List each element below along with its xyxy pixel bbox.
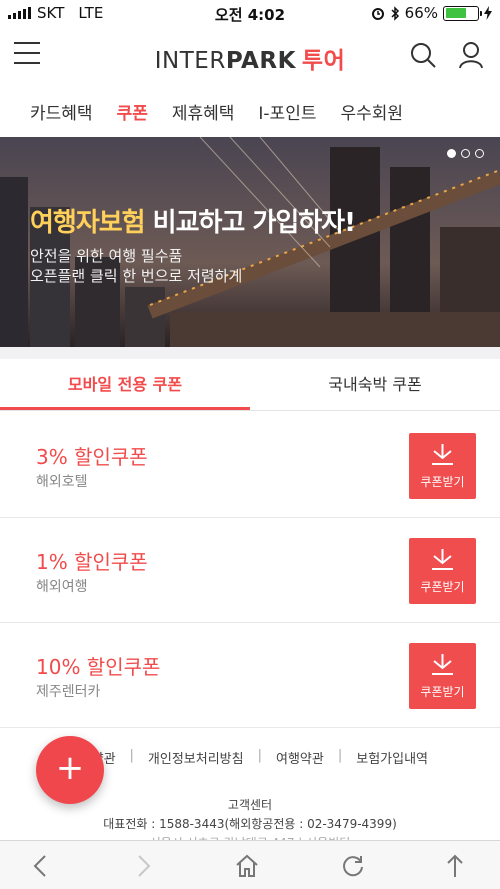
coupon-item: 10% 할인쿠폰 제주렌터카 쿠폰받기 <box>0 623 500 728</box>
status-right: 66% <box>371 4 492 22</box>
tab-i-point[interactable]: I-포인트 <box>258 86 316 134</box>
bluetooth-icon <box>391 5 399 21</box>
promo-banner[interactable]: 여행자보험 비교하고 가입하자! 안전을 위한 여행 필수품 오픈플랜 클릭 한… <box>0 137 500 347</box>
home-icon[interactable] <box>234 853 260 879</box>
banner-subtitle-1: 안전을 위한 여행 필수품 <box>30 247 183 265</box>
banner-title-highlight: 여행자보험 <box>30 208 146 238</box>
charging-icon <box>484 6 492 20</box>
back-icon[interactable] <box>28 853 54 879</box>
slide-indicator[interactable] <box>447 149 484 158</box>
refresh-icon[interactable] <box>340 853 366 879</box>
customer-center-phone[interactable]: 대표전화 : 1588-3443(해외항공전용 : 02-3479-4399) <box>0 815 500 832</box>
user-icon[interactable] <box>456 40 486 70</box>
search-icon[interactable] <box>408 40 438 70</box>
coupon-title: 10% 할인쿠폰 <box>36 655 161 679</box>
banner-subtitle-2: 오픈플랜 클릭 한 번으로 저렴하게 <box>30 267 243 285</box>
footer-link-privacy[interactable]: 개인정보처리방침 <box>148 748 244 767</box>
bridge-night-image <box>0 137 500 347</box>
footer-link-travel-terms[interactable]: 여행약관 <box>276 748 324 767</box>
alarm-icon <box>371 8 384 20</box>
tab-vip-member[interactable]: 우수회원 <box>340 86 403 134</box>
coupon-category: 제주렌터카 <box>36 684 101 700</box>
app-header: INTERPARK 투어 <box>0 28 500 82</box>
tab-partner-benefits[interactable]: 제휴혜택 <box>172 86 235 134</box>
download-coupon-button[interactable]: 쿠폰받기 <box>409 643 476 709</box>
coupon-category: 해외호텔 <box>36 474 88 490</box>
coupon-title: 1% 할인쿠폰 <box>36 550 148 574</box>
section-divider <box>0 347 500 359</box>
slide-dot-3[interactable] <box>475 149 484 158</box>
coupon-category: 해외여행 <box>36 579 88 595</box>
status-bar: SKT LTE 오전 4:02 66% <box>0 0 500 26</box>
download-icon <box>432 444 453 465</box>
download-icon <box>432 654 453 675</box>
battery-percent: 66% <box>404 4 438 22</box>
coupon-item: 3% 할인쿠폰 해외호텔 쿠폰받기 <box>0 413 500 518</box>
nav-tabs: 카드혜택 쿠폰 제휴혜택 I-포인트 우수회원 <box>0 86 500 134</box>
coupon-category-tabs: 모바일 전용 쿠폰 국내숙박 쿠폰 <box>0 359 500 411</box>
separator: | <box>257 748 262 763</box>
battery-icon <box>443 5 482 21</box>
banner-title-rest: 비교하고 가입하자! <box>144 208 356 238</box>
slide-dot-2[interactable] <box>461 149 470 158</box>
tab-mobile-coupon[interactable]: 모바일 전용 쿠폰 <box>0 359 250 410</box>
tab-card-benefits[interactable]: 카드혜택 <box>30 86 93 134</box>
banner-title: 여행자보험 비교하고 가입하자! <box>30 202 356 239</box>
download-icon <box>432 549 453 570</box>
slide-dot-1[interactable] <box>447 149 456 158</box>
forward-icon[interactable] <box>130 853 156 879</box>
footer-link-insurance[interactable]: 보험가입내역 <box>356 748 428 767</box>
browser-toolbar <box>0 840 500 889</box>
coupon-title: 3% 할인쿠폰 <box>36 445 148 469</box>
share-icon[interactable] <box>442 853 468 879</box>
download-coupon-label: 쿠폰받기 <box>420 475 465 489</box>
download-coupon-button[interactable]: 쿠폰받기 <box>409 433 476 499</box>
tab-coupon[interactable]: 쿠폰 <box>117 86 148 134</box>
floating-add-button[interactable]: + <box>36 736 104 804</box>
separator: | <box>337 748 343 763</box>
tab-domestic-stay-coupon[interactable]: 국내숙박 쿠폰 <box>250 359 500 410</box>
logo-part3: 투어 <box>301 48 346 74</box>
logo-part2: PARK <box>225 48 296 74</box>
coupon-item: 1% 할인쿠폰 해외여행 쿠폰받기 <box>0 518 500 623</box>
logo-part1: INTER <box>154 48 226 74</box>
download-coupon-label: 쿠폰받기 <box>420 580 465 594</box>
download-coupon-button[interactable]: 쿠폰받기 <box>409 538 476 604</box>
download-coupon-label: 쿠폰받기 <box>420 685 465 699</box>
separator: | <box>129 748 134 763</box>
